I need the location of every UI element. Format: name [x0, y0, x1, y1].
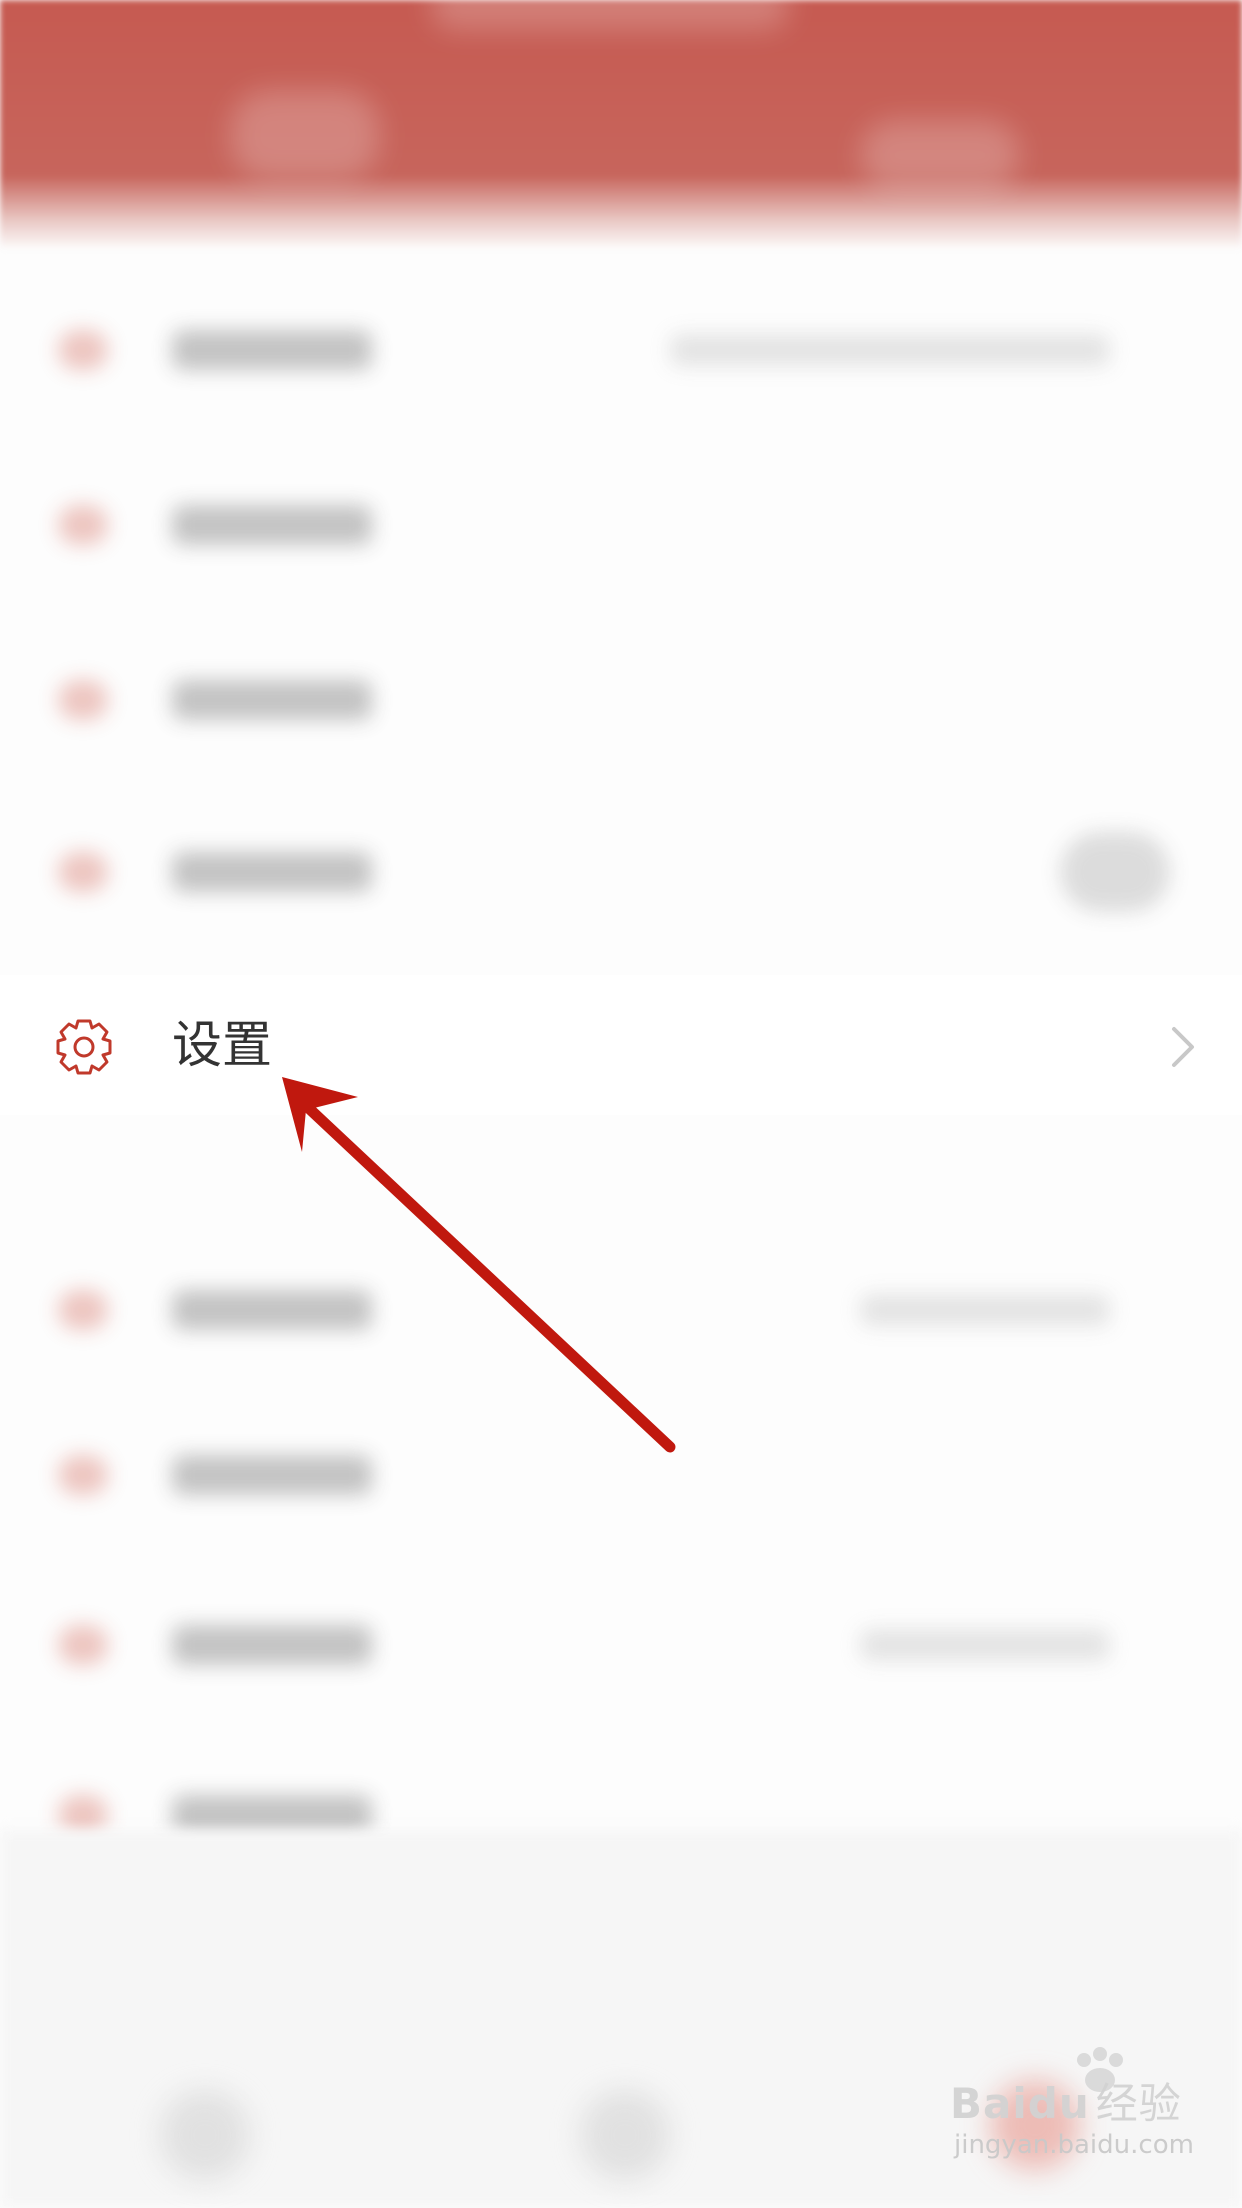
menu-item[interactable] — [0, 640, 1242, 760]
menu-item[interactable] — [0, 465, 1242, 585]
watermark-url: jingyan.baidu.com — [954, 2130, 1194, 2160]
menu-item[interactable] — [0, 812, 1242, 932]
menu-item[interactable] — [0, 1415, 1242, 1535]
menu-item[interactable] — [0, 1250, 1242, 1370]
menu-item[interactable] — [0, 1585, 1242, 1705]
settings-label: 设置 — [172, 1016, 272, 1074]
profile-header — [0, 0, 1242, 250]
header-blur-blob — [860, 120, 1020, 190]
settings-menu-item[interactable]: 设置 — [0, 975, 1242, 1115]
tab-item[interactable] — [160, 2090, 250, 2180]
menu-item[interactable] — [0, 290, 1242, 410]
chevron-right-icon — [1172, 1027, 1194, 1067]
header-blur-blob — [430, 0, 790, 30]
watermark-brand: Baidu 经验 — [950, 2079, 1182, 2128]
gear-icon — [56, 1019, 112, 1075]
header-blur-blob — [230, 90, 380, 180]
baidu-watermark: Baidu 经验 jingyan.baidu.com — [950, 2047, 1230, 2180]
tab-item[interactable] — [580, 2090, 670, 2180]
